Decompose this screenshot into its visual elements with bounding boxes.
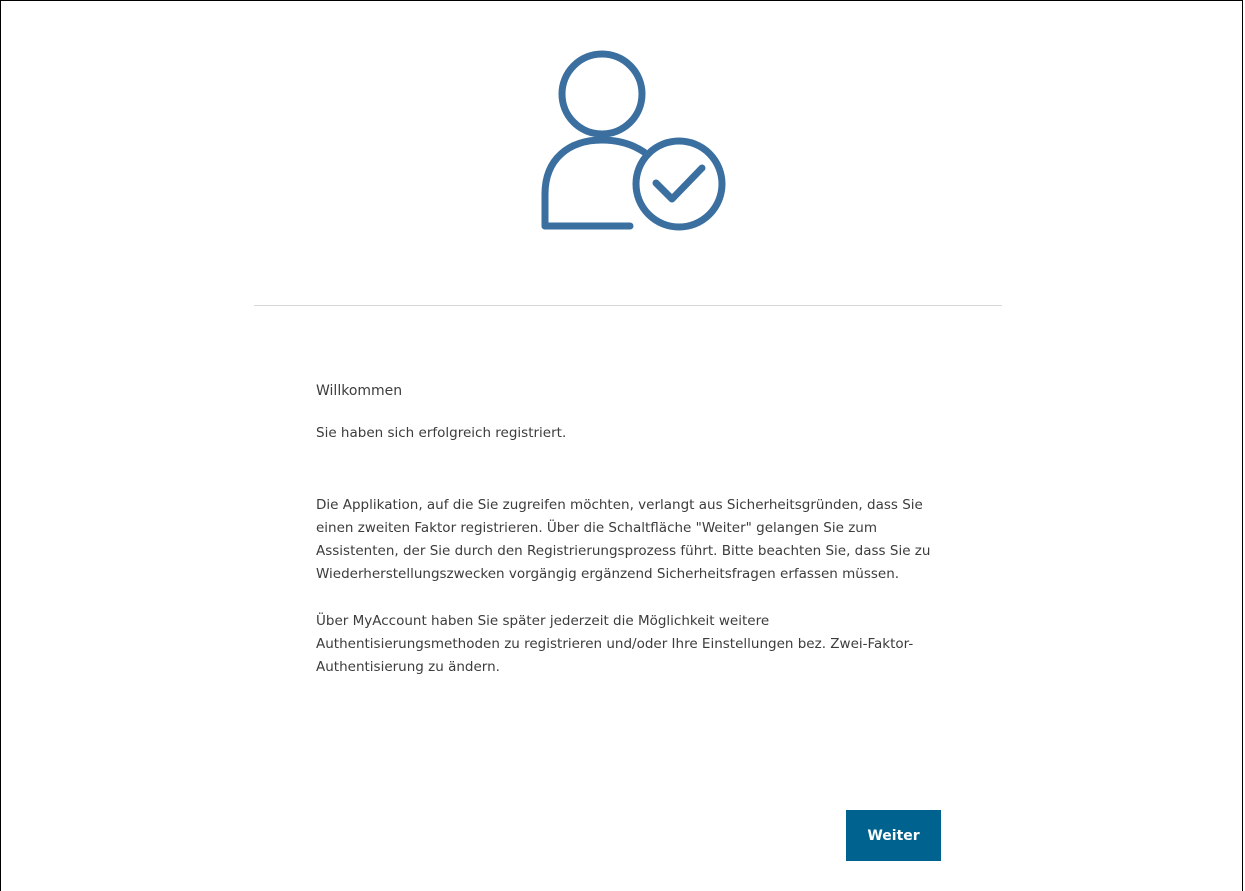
section-divider [254, 305, 1002, 306]
user-check-icon [541, 50, 726, 231]
welcome-heading: Willkommen [316, 383, 403, 399]
welcome-content: Willkommen Sie haben sich erfolgreich re… [316, 380, 956, 679]
second-factor-info: Die Applikation, auf die Sie zugreifen m… [316, 497, 931, 582]
success-message: Sie haben sich erfolgreich registriert. [316, 425, 567, 441]
myaccount-info: Über MyAccount haben Sie später jederzei… [316, 613, 914, 675]
continue-button[interactable]: Weiter [846, 810, 941, 861]
